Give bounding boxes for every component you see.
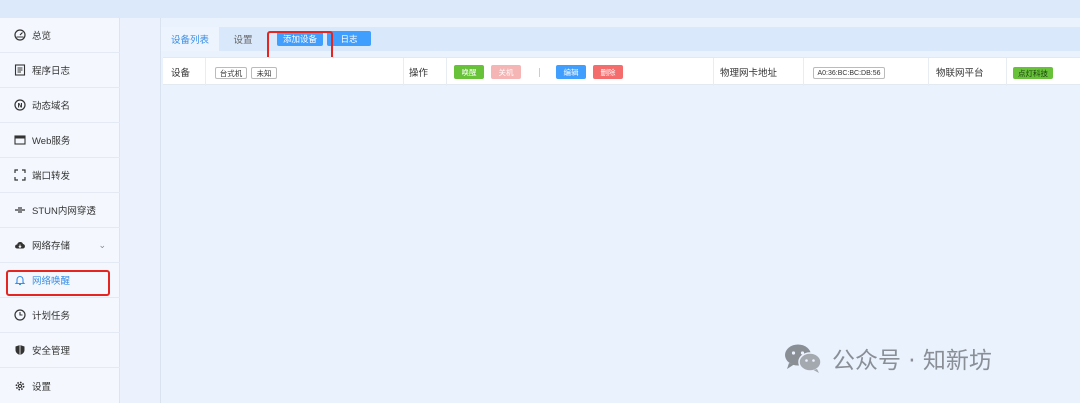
watermark: 公众号 · 知新坊 xyxy=(782,340,992,376)
ddns-icon: N xyxy=(14,99,26,111)
tab-bar: 设备列表 设置 添加设备 日志 xyxy=(161,27,1080,61)
sidebar-item-label: 端口转发 xyxy=(32,171,71,182)
chevron-down-icon[interactable]: ⌄ xyxy=(98,240,106,251)
log-button[interactable]: 日志 xyxy=(327,31,371,46)
highlight-box-sidebar xyxy=(6,270,110,296)
sidebar-item-label: 总览 xyxy=(32,31,52,42)
sidebar-item-scheduled-tasks[interactable]: 计划任务 xyxy=(0,298,120,333)
dashboard-icon xyxy=(14,29,26,41)
sidebar-item-label: STUN内网穿透 xyxy=(32,206,96,217)
sidebar-item-network-storage[interactable]: 网络存储 ⌄ xyxy=(0,228,120,263)
sidebar-item-security[interactable]: 安全管理 xyxy=(0,333,120,368)
sidebar: 总览 程序日志 N 动态域名 Web服务 端口转发 STUN内网穿透 网络存储 xyxy=(0,18,120,403)
delete-button[interactable]: 删除 xyxy=(593,65,623,79)
sidebar-item-ddns[interactable]: N 动态域名 xyxy=(0,88,120,123)
sidebar-item-stun[interactable]: STUN内网穿透 xyxy=(0,193,120,228)
sidebar-item-label: 设置 xyxy=(32,381,52,393)
mac-address-value: A0:36:BC:BC:DB:56 xyxy=(813,67,885,79)
sidebar-item-label: Web服务 xyxy=(32,136,71,147)
iot-platform-tag: 点灯科技 xyxy=(1013,67,1053,79)
sidebar-item-settings[interactable]: 设置 xyxy=(0,368,120,403)
svg-text:N: N xyxy=(17,102,22,109)
shutdown-button[interactable]: 关机 xyxy=(491,65,521,79)
sidebar-item-label: 安全管理 xyxy=(32,346,71,357)
device-header: 设备 xyxy=(171,68,191,79)
top-bar xyxy=(0,0,1080,18)
tab-settings[interactable]: 设置 xyxy=(219,27,267,51)
sidebar-item-label: 网络存储 xyxy=(32,241,71,252)
clock-icon xyxy=(14,309,26,321)
sidebar-item-web-service[interactable]: Web服务 xyxy=(0,123,120,158)
table-row: 设备 台式机 未知 操作 唤醒 关机 编辑 删除 物理网卡地址 A0:36:BC… xyxy=(163,57,1080,86)
device-status-tag: 未知 xyxy=(251,67,277,79)
sidebar-item-label: 动态域名 xyxy=(32,101,71,112)
edit-button[interactable]: 编辑 xyxy=(556,65,586,79)
port-forward-icon xyxy=(14,169,26,181)
watermark-text: 公众号 · 知新坊 xyxy=(832,348,992,374)
wechat-icon xyxy=(785,344,822,373)
shield-icon xyxy=(14,344,26,356)
sidebar-item-label: 程序日志 xyxy=(32,66,71,77)
sidebar-item-program-log[interactable]: 程序日志 xyxy=(0,53,120,88)
sidebar-item-port-forward[interactable]: 端口转发 xyxy=(0,158,120,193)
stun-icon xyxy=(14,204,26,216)
gear-icon xyxy=(14,380,26,392)
operation-header: 操作 xyxy=(409,68,429,79)
cloud-icon xyxy=(14,239,26,251)
sidebar-item-overview[interactable]: 总览 xyxy=(0,18,120,53)
mac-header: 物理网卡地址 xyxy=(720,68,778,79)
iot-header: 物联网平台 xyxy=(936,68,984,79)
sidebar-item-label: 计划任务 xyxy=(32,311,71,322)
tab-device-list[interactable]: 设备列表 xyxy=(161,27,219,51)
wake-button[interactable]: 唤醒 xyxy=(454,65,484,79)
spacer-column xyxy=(121,18,159,403)
device-type-tag: 台式机 xyxy=(215,67,247,79)
log-icon xyxy=(14,64,26,76)
web-icon xyxy=(14,134,26,146)
